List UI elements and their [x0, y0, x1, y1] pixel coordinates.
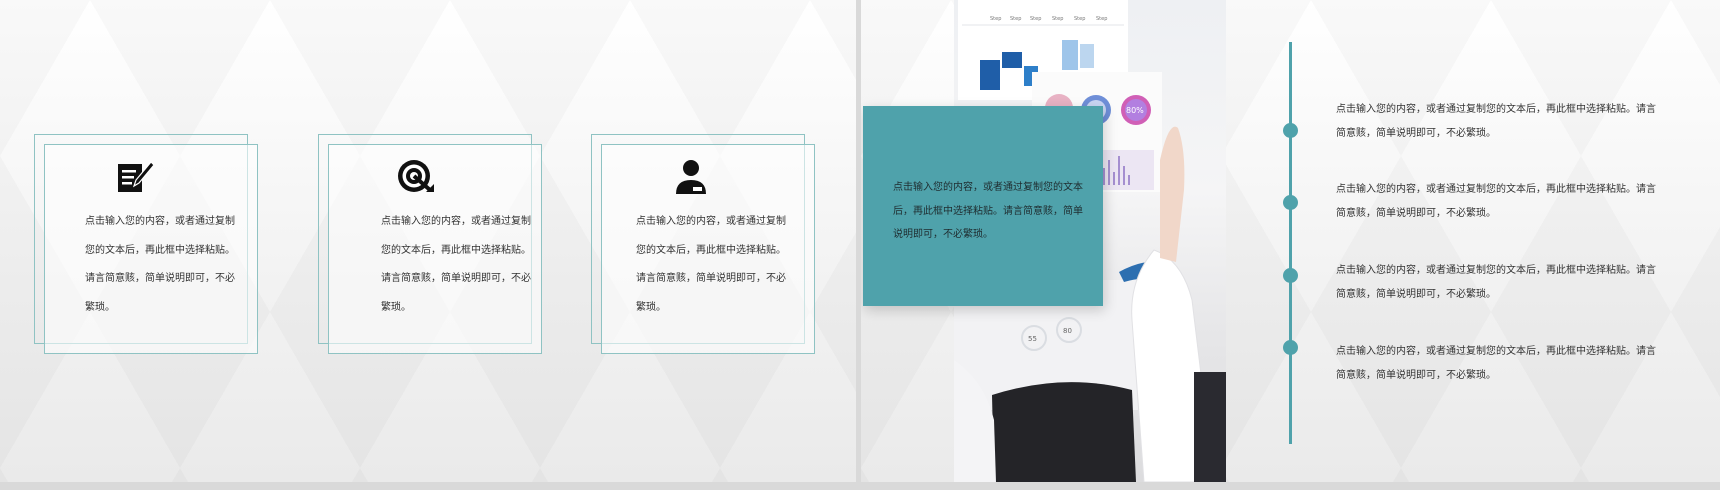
card-text: 点击输入您的内容，或者通过复制您的文本后，再此框中选择粘贴。请言简意赅，简单说明… [85, 216, 235, 313]
timeline-text: 点击输入您的内容，或者通过复制您的文本后，再此框中选择粘贴。请言简意赅，简单说明… [1336, 346, 1656, 381]
edit-document-icon [114, 156, 154, 196]
slide-timeline: Step Step Step Step Step Step 80% 55 80 … [861, 0, 1720, 482]
user-icon [671, 156, 711, 196]
timeline-text: 点击输入您的内容，或者通过复制您的文本后，再此框中选择粘贴。请言简意赅，简单说明… [1336, 184, 1656, 219]
timeline-dot [1283, 195, 1298, 210]
timeline-dot [1283, 268, 1298, 283]
card-text: 点击输入您的内容，或者通过复制您的文本后，再此框中选择粘贴。请言简意赅，简单说明… [381, 216, 531, 313]
timeline-dot [1283, 340, 1298, 355]
highlight-box: 点击输入您的内容，或者通过复制您的文本后，再此框中选择粘贴。请言简意赅，简单说明… [863, 106, 1103, 306]
photo-tab: Step [1010, 16, 1021, 22]
highlight-text: 点击输入您的内容，或者通过复制您的文本后，再此框中选择粘贴。请言简意赅，简单说明… [893, 182, 1083, 240]
photo-tab: Step [1074, 16, 1085, 22]
card-text: 点击输入您的内容，或者通过复制您的文本后，再此框中选择粘贴。请言简意赅，简单说明… [636, 216, 786, 313]
timeline-dot [1283, 123, 1298, 138]
photo-tab: Step [1030, 16, 1041, 22]
photo-tab: Step [990, 16, 1001, 22]
photo-gauge-b: 80 [1063, 327, 1072, 335]
photo-gauge-a: 55 [1028, 335, 1037, 343]
timeline-line [1289, 42, 1292, 444]
photo-tab: Step [1096, 16, 1107, 22]
timeline-text: 点击输入您的内容，或者通过复制您的文本后，再此框中选择粘贴。请言简意赅，简单说明… [1336, 265, 1656, 300]
timeline-text: 点击输入您的内容，或者通过复制您的文本后，再此框中选择粘贴。请言简意赅，简单说明… [1336, 104, 1656, 139]
target-icon [396, 156, 436, 196]
card-2[interactable]: 点击输入您的内容，或者通过复制您的文本后，再此框中选择粘贴。请言简意赅，简单说明… [318, 134, 542, 354]
slide-cards: 点击输入您的内容，或者通过复制您的文本后，再此框中选择粘贴。请言简意赅，简单说明… [0, 0, 856, 482]
photo-tab: Step [1052, 16, 1063, 22]
card-3[interactable]: 点击输入您的内容，或者通过复制您的文本后，再此框中选择粘贴。请言简意赅，简单说明… [591, 134, 815, 354]
card-1[interactable]: 点击输入您的内容，或者通过复制您的文本后，再此框中选择粘贴。请言简意赅，简单说明… [34, 134, 258, 354]
photo-percent-label: 80% [1126, 106, 1144, 115]
